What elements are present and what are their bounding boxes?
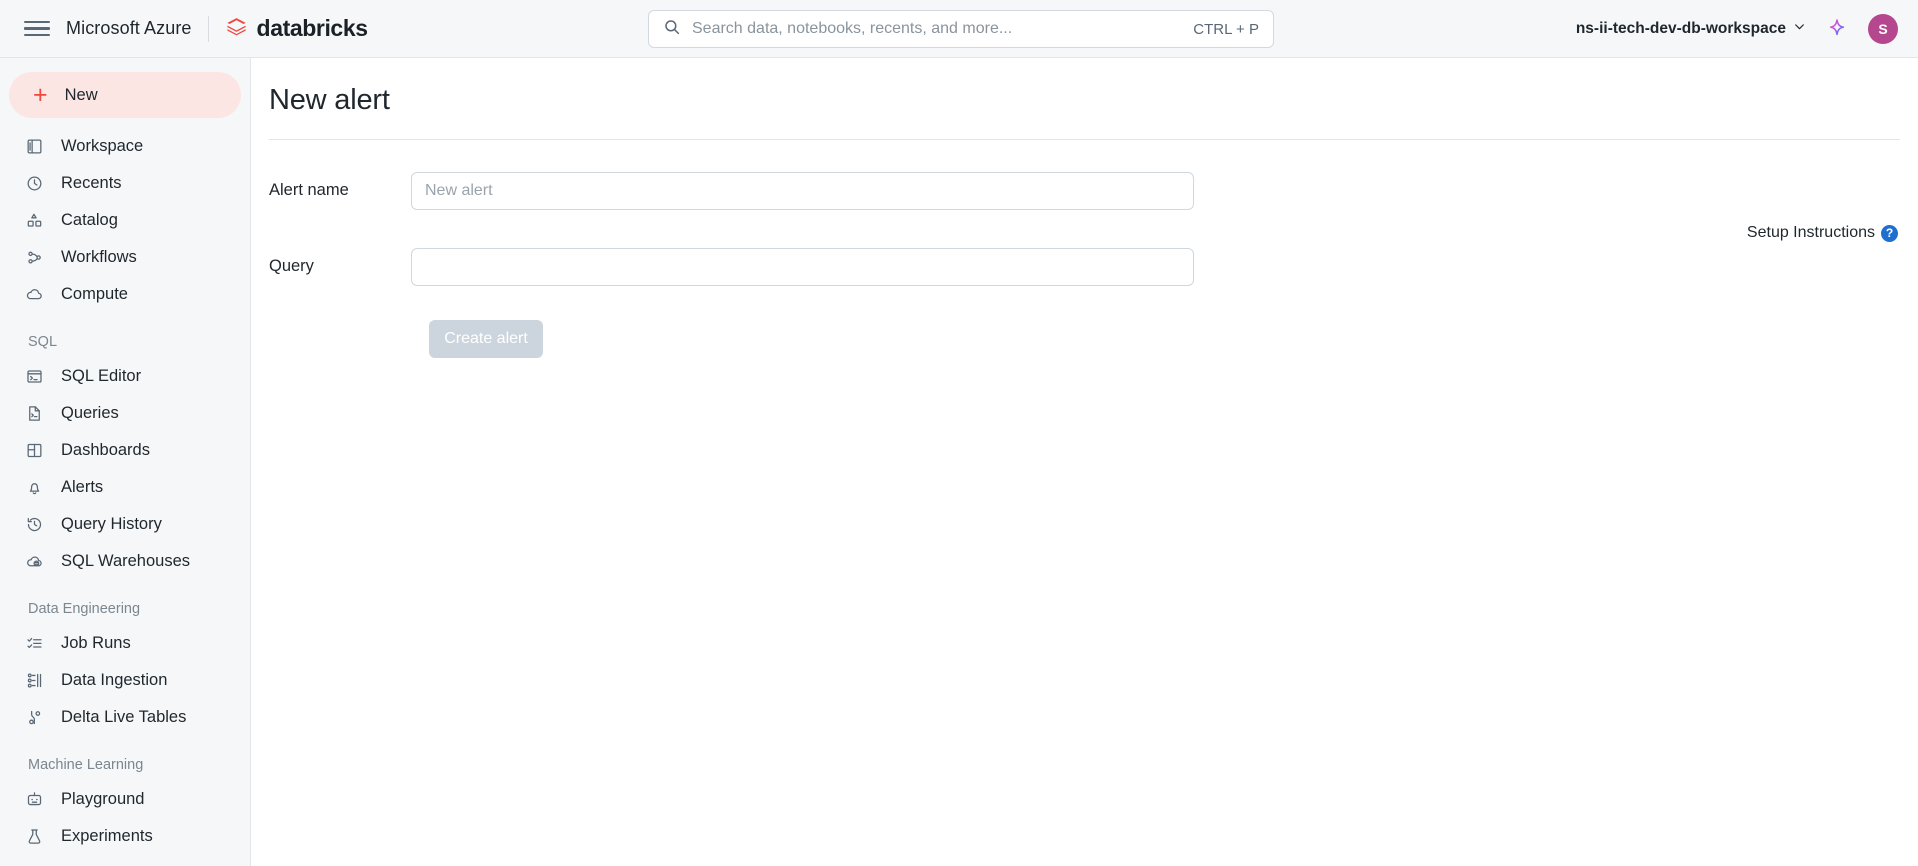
sidebar-item-job-runs[interactable]: Job Runs xyxy=(0,625,250,662)
sidebar-item-queries[interactable]: Queries xyxy=(0,395,250,432)
delta-live-tables-icon xyxy=(24,708,44,728)
sidebar-item-label: SQL Warehouses xyxy=(61,552,191,570)
plus-icon: + xyxy=(33,80,48,109)
sidebar-section-machine-learning: Machine Learning xyxy=(28,757,144,773)
sidebar-item-label: Experiments xyxy=(61,827,153,845)
sql-editor-icon xyxy=(24,367,44,387)
sidebar-item-delta-live-tables[interactable]: Delta Live Tables xyxy=(0,699,250,736)
create-alert-button[interactable]: Create alert xyxy=(429,320,543,358)
new-button[interactable]: + New xyxy=(9,72,241,118)
catalog-icon xyxy=(24,211,44,231)
search-input[interactable]: Search data, notebooks, recents, and mor… xyxy=(692,20,1193,38)
experiments-icon xyxy=(24,827,44,847)
cloud-icon xyxy=(24,285,44,305)
job-runs-icon xyxy=(24,634,44,654)
setup-instructions-label: Setup Instructions xyxy=(1746,224,1875,241)
sidebar-item-sql-editor[interactable]: SQL Editor xyxy=(0,358,250,395)
sidebar-item-label: Delta Live Tables xyxy=(61,708,187,726)
bell-icon xyxy=(24,478,44,498)
sidebar-item-recents[interactable]: Recents xyxy=(0,165,250,202)
history-icon xyxy=(24,515,44,535)
sidebar-item-label: Job Runs xyxy=(61,634,131,652)
sidebar-item-label: Alerts xyxy=(61,478,104,496)
queries-icon xyxy=(24,404,44,424)
query-label: Query xyxy=(269,257,314,275)
alert-name-row: Alert name New alert xyxy=(251,172,1918,210)
query-row: Query xyxy=(251,248,1918,286)
page-title: New alert xyxy=(269,84,390,116)
sidebar-item-workflows[interactable]: Workflows xyxy=(0,239,250,276)
alert-name-input[interactable]: New alert xyxy=(411,172,1194,210)
global-search-bar[interactable]: Search data, notebooks, recents, and mor… xyxy=(648,10,1274,48)
query-input[interactable] xyxy=(411,248,1194,286)
chevron-down-icon xyxy=(1793,20,1806,38)
sidebar-item-label: Recents xyxy=(61,174,122,192)
setup-instructions-link[interactable]: Setup Instructions ? xyxy=(1747,224,1898,242)
robot-icon xyxy=(24,790,44,810)
sidebar-item-query-history[interactable]: Query History xyxy=(0,506,250,543)
databricks-logo[interactable]: databricks xyxy=(225,15,368,43)
workspace-selector[interactable]: ns-ii-tech-dev-db-workspace xyxy=(1576,20,1806,38)
sidebar-item-label: Dashboards xyxy=(61,441,150,459)
sidebar-section-data-engineering: Data Engineering xyxy=(28,601,141,617)
main-content: New alert Alert name New alert Query Cre… xyxy=(251,58,1918,866)
databricks-mark-icon xyxy=(225,15,248,43)
sidebar-section-sql: SQL xyxy=(28,334,58,350)
sidebar-item-playground[interactable]: Playground xyxy=(0,781,250,818)
sidebar-item-catalog[interactable]: Catalog xyxy=(0,202,250,239)
search-shortcut-hint: CTRL + P xyxy=(1193,20,1259,38)
warehouse-icon xyxy=(24,552,44,572)
help-circle-icon[interactable]: ? xyxy=(1881,224,1898,242)
hamburger-menu-icon[interactable] xyxy=(24,19,50,39)
sidebar-item-experiments[interactable]: Experiments xyxy=(0,818,250,855)
databricks-brand-label: databricks xyxy=(256,15,368,41)
workspace-name-label: ns-ii-tech-dev-db-workspace xyxy=(1575,20,1786,37)
sidebar-item-label: Query History xyxy=(61,515,162,533)
sidebar-item-label: Data Ingestion xyxy=(61,671,168,689)
sidebar-item-label: Workspace xyxy=(61,137,144,155)
clock-icon xyxy=(24,174,44,194)
sidebar-item-workspace[interactable]: Workspace xyxy=(0,128,250,165)
data-ingestion-icon xyxy=(24,671,44,691)
workflows-icon xyxy=(24,248,44,268)
sparkle-icon[interactable] xyxy=(1826,18,1848,40)
sidebar-item-label: Playground xyxy=(61,790,145,808)
sidebar-item-label: Queries xyxy=(61,404,119,422)
sidebar-item-label: Workflows xyxy=(61,248,137,266)
workspace-icon xyxy=(24,137,44,157)
sidebar-item-alerts[interactable]: Alerts xyxy=(0,469,250,506)
left-sidebar: + New Workspace Recents Catalog Workflows Co… xyxy=(0,58,251,866)
user-avatar[interactable]: S xyxy=(1868,14,1898,44)
alert-name-label: Alert name xyxy=(269,181,349,199)
top-navigation-bar: Microsoft Azure databricks Search data, … xyxy=(0,0,1918,58)
title-divider xyxy=(269,139,1900,140)
sidebar-item-label: Compute xyxy=(61,285,128,303)
sidebar-item-dashboards[interactable]: Dashboards xyxy=(0,432,250,469)
dashboards-icon xyxy=(24,441,44,461)
sidebar-item-compute[interactable]: Compute xyxy=(0,276,250,313)
alert-name-placeholder: New alert xyxy=(425,182,493,199)
search-icon xyxy=(663,18,681,41)
action-row: Create alert xyxy=(251,320,1918,358)
brand-divider xyxy=(207,15,209,42)
new-button-label: New xyxy=(64,85,98,104)
sidebar-item-sql-warehouses[interactable]: SQL Warehouses xyxy=(0,543,250,580)
sidebar-item-data-ingestion[interactable]: Data Ingestion xyxy=(0,662,250,699)
sidebar-item-label: SQL Editor xyxy=(61,367,142,385)
top-bar-right-section: ns-ii-tech-dev-db-workspace S xyxy=(1576,0,1898,58)
cloud-brand-label: Microsoft Azure xyxy=(66,18,192,38)
sidebar-item-label: Catalog xyxy=(61,211,118,229)
